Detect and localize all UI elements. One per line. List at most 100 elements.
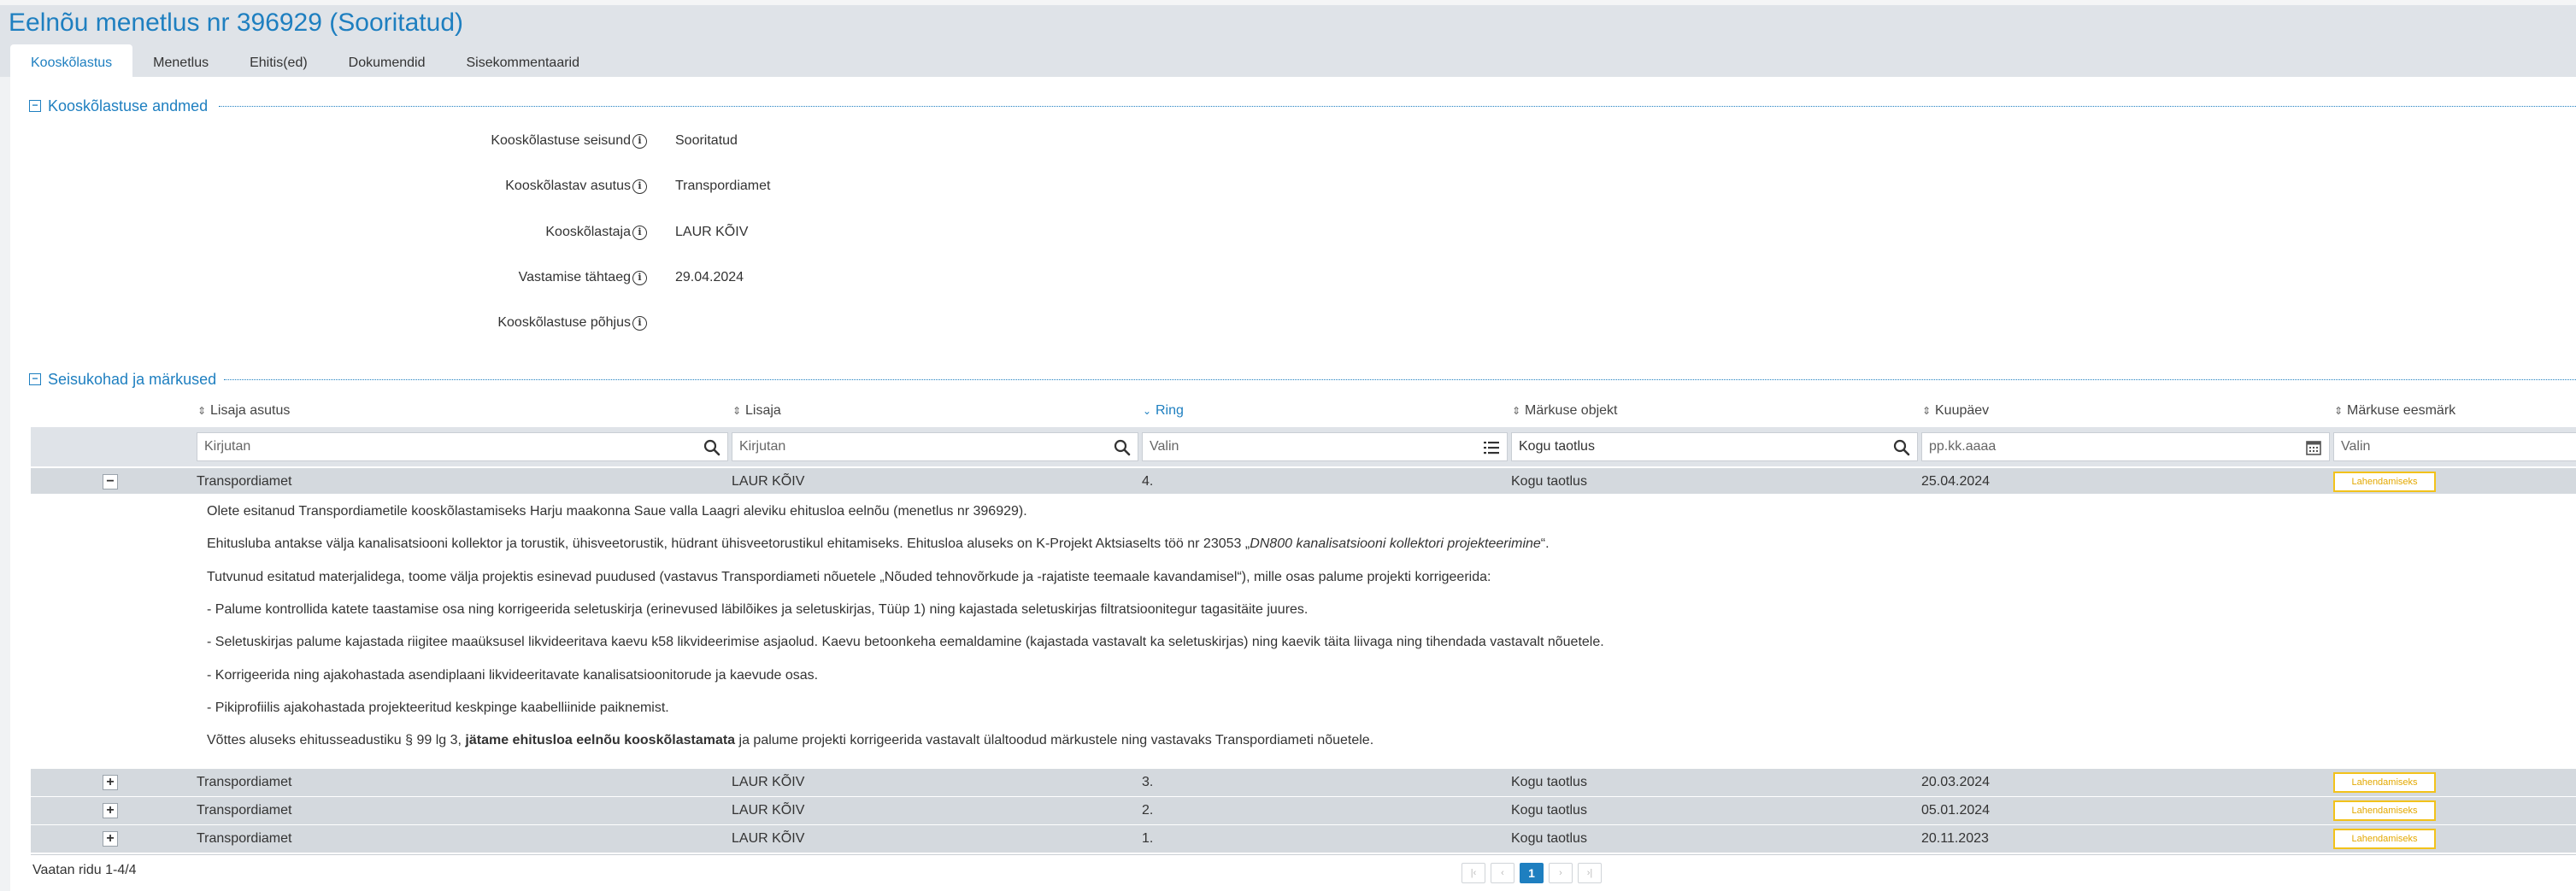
tab-ehitised[interactable]: Ehitis(ed) bbox=[229, 44, 328, 82]
cell-ring: 3. bbox=[1142, 775, 1154, 789]
filter-lisaja bbox=[732, 432, 1138, 461]
field-value: 29.04.2024 bbox=[675, 270, 744, 284]
cell-kuupaev: 25.04.2024 bbox=[1921, 474, 1991, 489]
first-page-button[interactable]: |‹ bbox=[1461, 863, 1485, 883]
cell-lisaja: LAUR KÕIV bbox=[732, 803, 805, 818]
grid-bottom-divider bbox=[31, 854, 2576, 855]
page-title: Eelnõu menetlus nr 396929 (Sooritatud) bbox=[9, 9, 464, 37]
column-header-markuse-objekt[interactable]: ⇕ Märkuse objekt bbox=[1511, 396, 1618, 425]
field-label: Kooskõlastuse seisund bbox=[491, 133, 631, 148]
detail-bullet: - Seletuskirjas palume kajastada riigite… bbox=[207, 635, 1604, 649]
cell-lisaja-asutus: Transpordiamet bbox=[197, 775, 292, 789]
column-header-lisaja-asutus[interactable]: ⇕ Lisaja asutus bbox=[197, 396, 290, 425]
status-badge: Lahendamiseks bbox=[2333, 772, 2436, 793]
cell-lisaja-asutus: Transpordiamet bbox=[197, 831, 292, 846]
status-badge: Lahendamiseks bbox=[2333, 472, 2436, 492]
detail-bullet: - Pikiprofiilis ajakohastada projekteeri… bbox=[207, 700, 669, 715]
last-page-button[interactable]: ›| bbox=[1578, 863, 1602, 883]
column-header-ring[interactable]: ⌄ Ring bbox=[1142, 396, 1184, 425]
expand-row-icon[interactable]: + bbox=[103, 803, 118, 818]
tab-dokumendid[interactable]: Dokumendid bbox=[328, 44, 446, 82]
detail-bullet: - Korrigeerida ning ajakohastada asendip… bbox=[207, 668, 819, 683]
detail-paragraph: Ehitusluba antakse välja kanalisatsiooni… bbox=[207, 536, 1550, 551]
cell-lisaja: LAUR KÕIV bbox=[732, 474, 805, 489]
filter-select-ring[interactable] bbox=[1143, 433, 1507, 460]
info-icon[interactable]: i bbox=[632, 226, 647, 240]
field-value: Transpordiamet bbox=[675, 179, 771, 193]
prev-page-button[interactable]: ‹ bbox=[1491, 863, 1514, 883]
filter-select-markuse-eesmark[interactable] bbox=[2334, 433, 2576, 460]
rows-count-text: Vaatan ridu 1-4/4 bbox=[32, 863, 137, 877]
search-icon[interactable] bbox=[1893, 439, 1910, 456]
filter-input-kuupaev[interactable] bbox=[1922, 433, 2329, 460]
status-badge: Lahendamiseks bbox=[2333, 800, 2436, 821]
detail-paragraph: Võttes aluseks ehitusseadustiku § 99 lg … bbox=[207, 733, 1374, 747]
collapse-row-icon[interactable]: − bbox=[103, 474, 118, 489]
table-row[interactable]: + Transpordiamet LAUR KÕIV 1. Kogu taotl… bbox=[31, 825, 2576, 853]
filter-markuse-eesmark bbox=[2333, 432, 2576, 461]
field-row-pohjus: Kooskõlastuse põhjus i bbox=[0, 310, 940, 336]
column-header-kuupaev[interactable]: ⇕ Kuupäev bbox=[1921, 396, 1989, 425]
tab-sisekommentaarid[interactable]: Sisekommentaarid bbox=[446, 44, 601, 82]
column-header-markuse-eesmark[interactable]: ⇕ Märkuse eesmärk bbox=[2333, 396, 2455, 425]
table-row[interactable]: + Transpordiamet LAUR KÕIV 3. Kogu taotl… bbox=[31, 769, 2576, 796]
status-badge: Lahendamiseks bbox=[2333, 829, 2436, 849]
expand-row-icon[interactable]: + bbox=[103, 831, 118, 847]
field-row-tahtaeg: Vastamise tähtaeg i 29.04.2024 bbox=[0, 265, 940, 290]
filter-row bbox=[31, 427, 2576, 466]
detail-paragraph: Olete esitanud Transpordiametile kooskõl… bbox=[207, 504, 1027, 519]
table-row[interactable]: − Transpordiamet LAUR KÕIV 4. Kogu taotl… bbox=[31, 468, 2576, 495]
table-row[interactable]: + Transpordiamet LAUR KÕIV 2. Kogu taotl… bbox=[31, 797, 2576, 824]
remarks-section-header: − Seisukohad ja märkused bbox=[29, 369, 225, 390]
list-icon[interactable] bbox=[1483, 439, 1500, 456]
cell-markuse-objekt: Kogu taotlus bbox=[1511, 803, 1587, 818]
search-icon[interactable] bbox=[1114, 439, 1131, 456]
pagination: |‹ ‹ 1 › ›| bbox=[1461, 863, 1602, 883]
field-label: Vastamise tähtaeg bbox=[518, 270, 631, 284]
column-header-lisaja[interactable]: ⇕ Lisaja bbox=[732, 396, 781, 425]
header-bar: Eelnõu menetlus nr 396929 (Sooritatud) K… bbox=[0, 0, 2576, 82]
filter-input-markuse-objekt[interactable] bbox=[1512, 433, 1917, 460]
info-icon[interactable]: i bbox=[632, 316, 647, 331]
field-row-asutus: Kooskõlastav asutus i Transpordiamet bbox=[0, 173, 940, 199]
search-icon[interactable] bbox=[703, 439, 720, 456]
cell-ring: 4. bbox=[1142, 474, 1154, 489]
cell-lisaja: LAUR KÕIV bbox=[732, 775, 805, 789]
filter-ring bbox=[1142, 432, 1508, 461]
field-label: Kooskõlastav asutus bbox=[505, 179, 631, 193]
expand-row-icon[interactable]: + bbox=[103, 775, 118, 790]
tab-bar: Kooskõlastus Menetlus Ehitis(ed) Dokumen… bbox=[10, 44, 600, 82]
field-label: Kooskõlastuse põhjus bbox=[497, 315, 631, 330]
remarks-section-title: Seisukohad ja märkused bbox=[48, 370, 217, 388]
cell-kuupaev: 20.11.2023 bbox=[1921, 831, 1989, 846]
field-value: LAUR KÕIV bbox=[675, 225, 749, 239]
grid-header: ⇕ Lisaja asutus ⇕ Lisaja ⌄ Ring ⇕ Märkuse ob… bbox=[31, 396, 2576, 425]
next-page-button[interactable]: › bbox=[1549, 863, 1573, 883]
page-1-button[interactable]: 1 bbox=[1520, 863, 1544, 883]
sort-icon: ⇕ bbox=[2333, 405, 2344, 417]
collapse-section-icon[interactable]: − bbox=[29, 100, 41, 112]
tab-menetlus[interactable]: Menetlus bbox=[132, 44, 229, 82]
field-row-kooskolastaja: Kooskõlastaja i LAUR KÕIV bbox=[0, 220, 940, 245]
cell-markuse-objekt: Kogu taotlus bbox=[1511, 831, 1587, 846]
approval-section-title: Kooskõlastuse andmed bbox=[48, 97, 209, 114]
collapse-section-icon[interactable]: − bbox=[29, 373, 41, 385]
cell-lisaja-asutus: Transpordiamet bbox=[197, 803, 292, 818]
info-icon[interactable]: i bbox=[632, 271, 647, 285]
info-icon[interactable]: i bbox=[632, 134, 647, 149]
cell-kuupaev: 05.01.2024 bbox=[1921, 803, 1991, 818]
filter-markuse-objekt bbox=[1511, 432, 1918, 461]
calendar-icon[interactable] bbox=[2305, 439, 2322, 456]
info-icon[interactable]: i bbox=[632, 179, 647, 194]
approval-section-header: − Kooskõlastuse andmed bbox=[29, 96, 216, 116]
field-label: Kooskõlastaja bbox=[545, 225, 631, 239]
sort-icon: ⇕ bbox=[197, 405, 207, 417]
tab-kooskolastus[interactable]: Kooskõlastus bbox=[10, 44, 133, 82]
cell-markuse-objekt: Kogu taotlus bbox=[1511, 474, 1587, 489]
remark-detail: Olete esitanud Transpordiametile kooskõl… bbox=[31, 494, 2576, 769]
filter-kuupaev bbox=[1921, 432, 2330, 461]
filter-input-lisaja[interactable] bbox=[732, 433, 1138, 460]
filter-input-lisaja-asutus[interactable] bbox=[197, 433, 727, 460]
cell-ring: 1. bbox=[1142, 831, 1154, 846]
field-value: Sooritatud bbox=[675, 133, 738, 148]
